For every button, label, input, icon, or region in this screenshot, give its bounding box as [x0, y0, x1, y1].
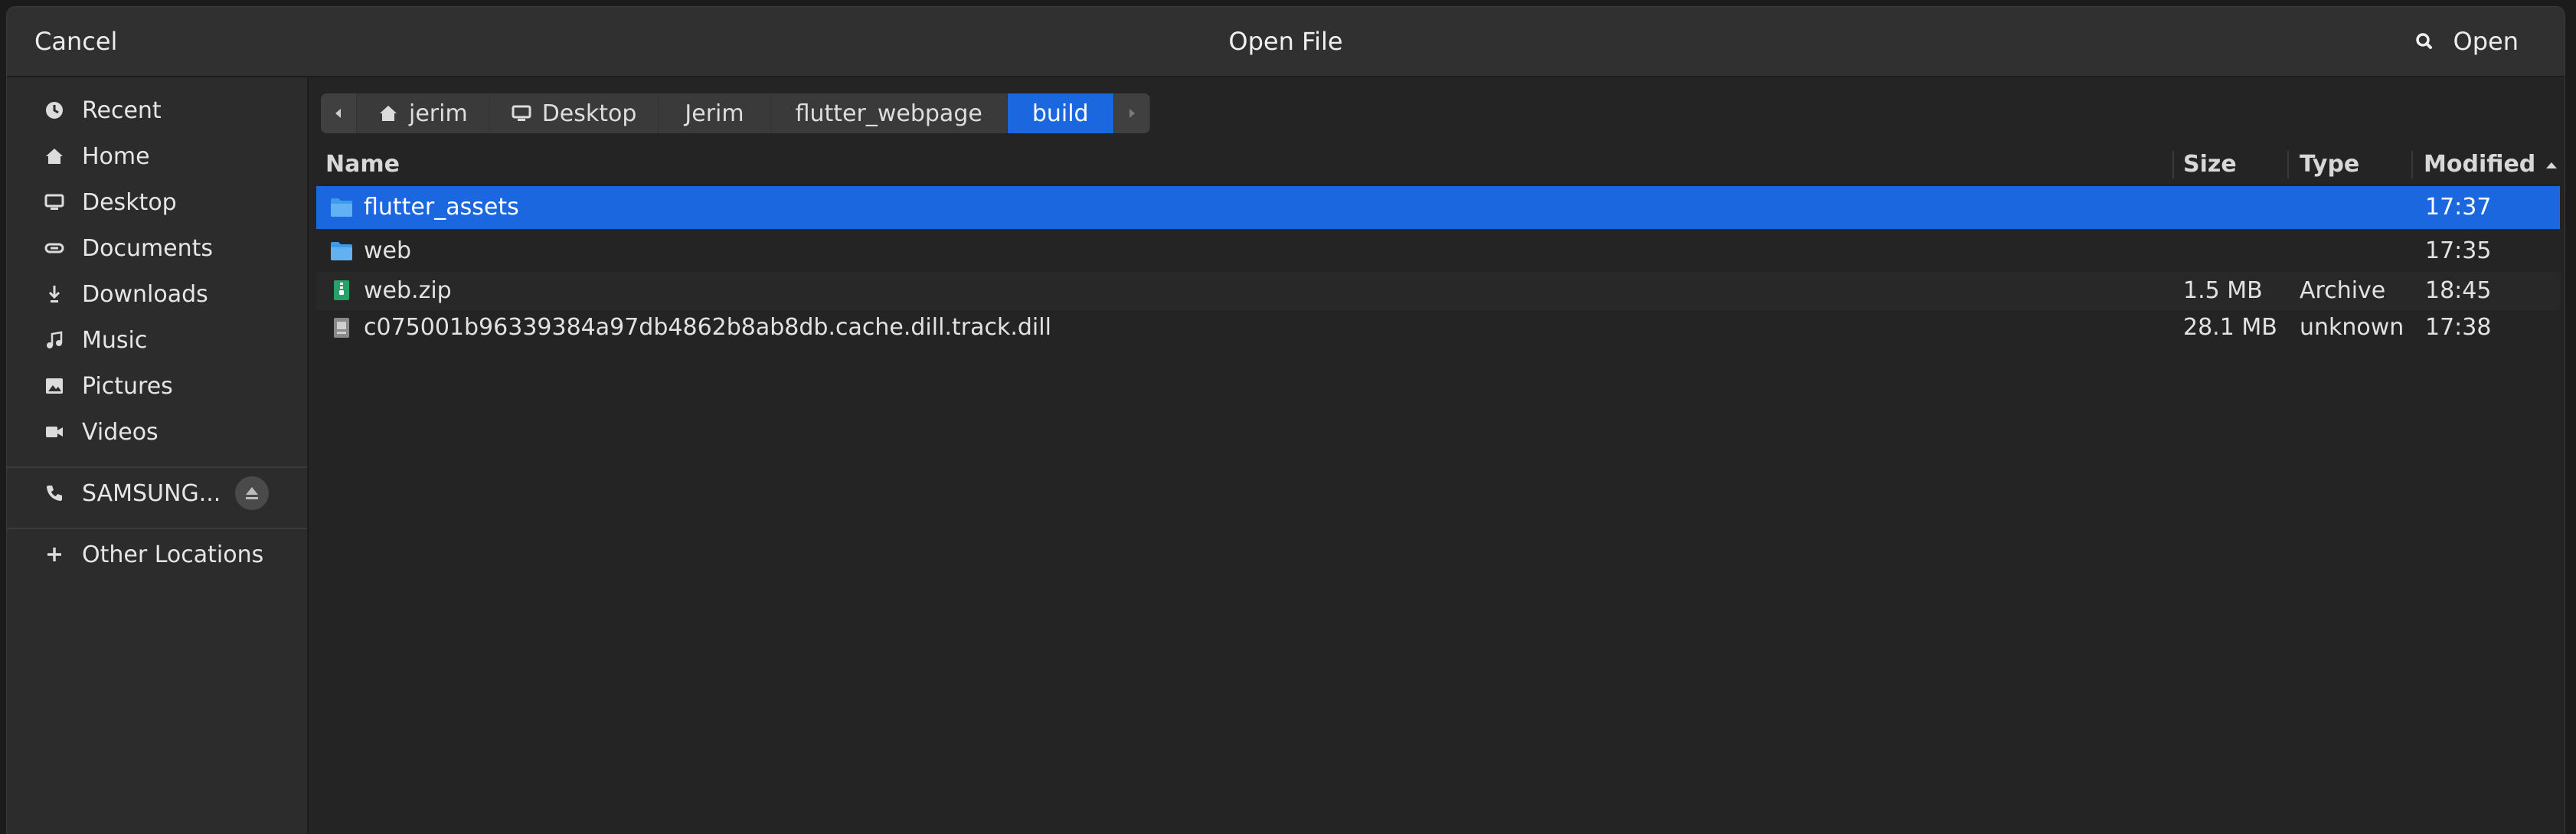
- eject-button[interactable]: [235, 476, 269, 510]
- picture-icon: [44, 375, 65, 397]
- path-segment-label: build: [1031, 100, 1089, 127]
- column-divider[interactable]: [2287, 151, 2289, 178]
- file-row[interactable]: c075001b96339384a97db4862b8ab8db.cache.d…: [316, 310, 2560, 345]
- column-header-size[interactable]: Size: [2183, 145, 2237, 185]
- file-size: 28.1 MB: [2183, 314, 2277, 341]
- sidebar-item-other-locations[interactable]: Other Locations: [44, 535, 263, 574]
- path-segment-home[interactable]: jerim: [357, 93, 490, 133]
- column-header-bar: Name Size Type Modified: [321, 145, 2565, 185]
- dialog-title: Open File: [1228, 27, 1343, 56]
- file-modified: 18:45: [2425, 277, 2492, 304]
- file-type: unknown: [2300, 314, 2404, 341]
- path-segment-label: jerim: [409, 100, 468, 127]
- folder-icon: [331, 198, 352, 217]
- column-divider[interactable]: [2172, 151, 2174, 178]
- file-modified: 17:38: [2425, 314, 2492, 341]
- sidebar-item-label: Videos: [82, 418, 159, 446]
- file-size: 1.5 MB: [2183, 277, 2263, 304]
- phone-icon: [44, 482, 65, 504]
- column-divider[interactable]: [2411, 151, 2413, 178]
- documents-icon: [44, 237, 65, 259]
- folder-icon: [331, 242, 352, 260]
- sidebar-item-documents[interactable]: Documents: [44, 229, 213, 267]
- sidebar-item-label: Desktop: [82, 188, 177, 216]
- sidebar-item-label: SAMSUNG...: [82, 479, 221, 507]
- path-bar: jerim Desktop Jerim flutter_webpage buil…: [321, 93, 1150, 133]
- sidebar-item-label: Music: [82, 326, 148, 354]
- path-scroll-left-button[interactable]: [321, 93, 357, 133]
- search-icon: [2416, 33, 2432, 49]
- file-row[interactable]: web.zip 1.5 MB Archive 18:45: [316, 272, 2560, 310]
- column-header-label: Modified: [2424, 151, 2536, 178]
- sidebar-item-device[interactable]: SAMSUNG...: [44, 474, 221, 512]
- sidebar-item-label: Pictures: [82, 372, 173, 400]
- file-modified: 17:37: [2425, 194, 2492, 221]
- cancel-button[interactable]: Cancel: [34, 22, 117, 61]
- column-header-type[interactable]: Type: [2300, 145, 2359, 185]
- column-header-modified[interactable]: Modified: [2424, 145, 2559, 185]
- file-row[interactable]: flutter_assets 17:37: [316, 186, 2560, 229]
- file-chooser-dialog: Cancel Open File Open Recent Home Deskto…: [6, 6, 2565, 834]
- sidebar-item-videos[interactable]: Videos: [44, 413, 159, 451]
- archive-icon: [334, 280, 349, 300]
- path-scroll-right-button[interactable]: [1113, 93, 1150, 133]
- path-segment-label: Jerim: [685, 100, 744, 127]
- column-header-name[interactable]: Name: [325, 145, 400, 185]
- sidebar-item-desktop[interactable]: Desktop: [44, 183, 177, 221]
- open-button[interactable]: Open: [2453, 22, 2519, 61]
- file-name: web: [364, 237, 412, 264]
- sidebar-item-downloads[interactable]: Downloads: [44, 275, 208, 313]
- sidebar-item-label: Documents: [82, 234, 214, 262]
- file-modified: 17:35: [2425, 237, 2492, 264]
- path-segment[interactable]: flutter_webpage: [771, 93, 1008, 133]
- file-row[interactable]: web 17:35: [316, 230, 2560, 273]
- sidebar-item-label: Recent: [82, 96, 162, 124]
- desktop-icon: [44, 191, 65, 213]
- places-sidebar: Recent Home Desktop Documents Downloads: [7, 77, 309, 834]
- video-icon: [44, 421, 65, 443]
- sidebar-item-music[interactable]: Music: [44, 321, 147, 359]
- path-segment-label: Desktop: [541, 100, 637, 127]
- file-type: Archive: [2300, 277, 2386, 304]
- path-segment-label: flutter_webpage: [795, 100, 982, 127]
- path-segment-current[interactable]: build: [1007, 93, 1114, 133]
- sidebar-separator: [7, 528, 307, 529]
- sidebar-item-home[interactable]: Home: [44, 137, 150, 175]
- chevron-left-icon: [335, 109, 341, 118]
- path-segment[interactable]: Jerim: [659, 93, 771, 133]
- sidebar-item-pictures[interactable]: Pictures: [44, 367, 173, 405]
- sidebar-item-label: Downloads: [82, 280, 208, 308]
- desktop-icon: [512, 103, 531, 123]
- sidebar-item-label: Other Locations: [82, 541, 264, 568]
- sidebar-separator: [7, 466, 307, 468]
- chevron-right-icon: [1129, 109, 1135, 118]
- file-name: c075001b96339384a97db4862b8ab8db.cache.d…: [364, 314, 1051, 341]
- search-button[interactable]: [2407, 24, 2442, 59]
- path-segment-desktop[interactable]: Desktop: [490, 93, 659, 133]
- music-icon: [44, 329, 65, 351]
- sidebar-item-label: Home: [82, 142, 150, 170]
- home-icon: [378, 103, 398, 123]
- sidebar-item-recent[interactable]: Recent: [44, 91, 162, 129]
- file-name: flutter_assets: [364, 194, 519, 221]
- header-bar: Cancel Open File Open: [7, 7, 2565, 77]
- download-icon: [44, 283, 65, 305]
- unknown-file-icon: [334, 318, 349, 338]
- sort-ascending-icon: [2545, 162, 2557, 168]
- eject-icon: [246, 487, 258, 499]
- file-name: web.zip: [364, 277, 452, 304]
- clock-icon: [44, 100, 65, 121]
- home-icon: [44, 146, 65, 167]
- plus-icon: [44, 544, 65, 565]
